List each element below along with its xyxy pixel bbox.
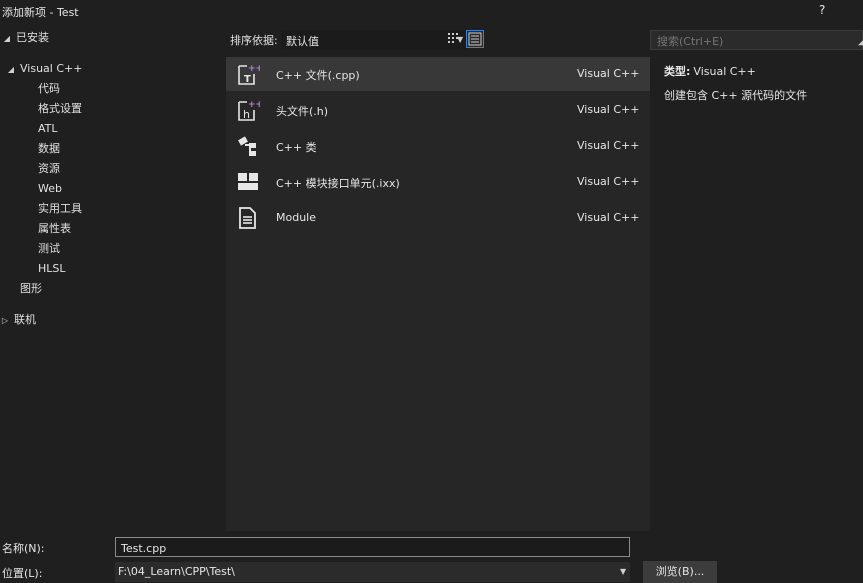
module-doc-icon [236,206,258,229]
tree-item-resource[interactable]: 资源 [38,160,60,178]
template-name: C++ 文件(.cpp) [276,69,360,82]
sort-dropdown[interactable]: 默认值 ▼ [281,30,468,50]
tree-item-label: Visual C++ [20,62,83,75]
svg-text:++: ++ [248,64,260,74]
template-language: Visual C++ [577,175,640,188]
sort-toolbar: 排序依据: 默认值 ▼ [226,28,650,52]
type-value: Visual C++ [693,65,756,78]
tree-item-data[interactable]: 数据 [38,140,60,158]
tree-item-test[interactable]: 测试 [38,240,60,258]
tree-item-online[interactable]: ▷ 联机 [0,311,36,329]
tree-item-utility[interactable]: 实用工具 [38,200,82,218]
template-row[interactable]: C++ 类 Visual C++ [226,129,650,163]
location-dropdown[interactable]: F:\04_Learn\CPP\Test\ ▼ [115,562,630,582]
template-row[interactable]: ++ h 头文件(.h) Visual C++ [226,93,650,127]
template-row[interactable]: C++ 模块接口单元(.ixx) Visual C++ [226,165,650,199]
tree-item-code[interactable]: 代码 [38,80,60,98]
list-view-icon [468,32,482,46]
tree-item-formatting[interactable]: 格式设置 [38,100,82,118]
caret-expanded-icon: ◢ [3,34,11,43]
help-button[interactable]: ? [819,3,825,17]
detail-panel: 类型: Visual C++ 创建包含 C++ 源代码的文件 [650,57,863,531]
template-row[interactable]: Module Visual C++ [226,201,650,235]
template-name: C++ 模块接口单元(.ixx) [276,177,400,190]
name-label: 名称(N): [2,542,45,555]
search-box[interactable] [650,30,863,50]
template-description: 创建包含 C++ 源代码的文件 [664,89,808,102]
location-value: F:\04_Learn\CPP\Test\ [118,565,235,578]
tree-item-graphics[interactable]: 图形 [20,280,42,298]
sort-value: 默认值 [286,35,319,48]
tree-item-label: 联机 [14,313,36,326]
module-interface-icon [236,170,258,192]
tree-item-label: 已安装 [16,31,49,44]
template-language: Visual C++ [577,139,640,152]
name-field[interactable] [115,537,630,557]
type-line: 类型: Visual C++ [664,63,756,79]
type-label: 类型: [664,65,691,78]
title-bar: 添加新项 - Test ? [0,0,863,22]
template-row[interactable]: ++ T C++ 文件(.cpp) Visual C++ [226,57,650,91]
name-input[interactable] [119,539,623,557]
template-language: Visual C++ [577,103,640,116]
tree-item-web[interactable]: Web [38,180,62,198]
tree-item-atl[interactable]: ATL [38,120,58,138]
tree-item-installed[interactable]: ◢ 已安装 [2,29,49,47]
browse-button[interactable]: 浏览(B)... [643,561,717,583]
search-icon[interactable]: ◢ [858,36,863,47]
template-name: Module [276,211,316,224]
sort-label: 排序依据: [230,34,278,47]
tree-item-hlsl[interactable]: HLSL [38,260,66,278]
window-title: 添加新项 - Test [2,6,79,19]
header-file-icon: ++ h [236,98,263,121]
search-input[interactable] [655,32,849,50]
template-list: ++ T C++ 文件(.cpp) Visual C++ ++ h 头文件(.h… [226,57,650,531]
tree-item-visual-cpp[interactable]: ◢ Visual C++ [6,60,83,78]
list-view-button[interactable] [466,30,484,48]
caret-collapsed-icon: ▷ [1,316,9,325]
svg-text:T: T [244,74,251,85]
template-name: C++ 类 [276,141,317,154]
chevron-down-icon: ▼ [620,567,627,576]
class-icon [236,134,258,156]
grid-view-icon [448,33,458,43]
svg-text:h: h [243,108,250,121]
tree-item-property-sheet[interactable]: 属性表 [38,220,71,238]
caret-expanded-icon: ◢ [7,65,15,74]
location-label: 位置(L): [2,567,43,580]
template-language: Visual C++ [577,67,640,80]
template-language: Visual C++ [577,211,640,224]
template-name: 头文件(.h) [276,105,329,118]
grid-view-button[interactable] [444,30,462,48]
cpp-file-icon: ++ T [236,62,263,85]
category-tree: ◢ 已安装 ◢ Visual C++ 代码 格式设置 ATL 数据 资源 Web 实… [0,26,226,531]
